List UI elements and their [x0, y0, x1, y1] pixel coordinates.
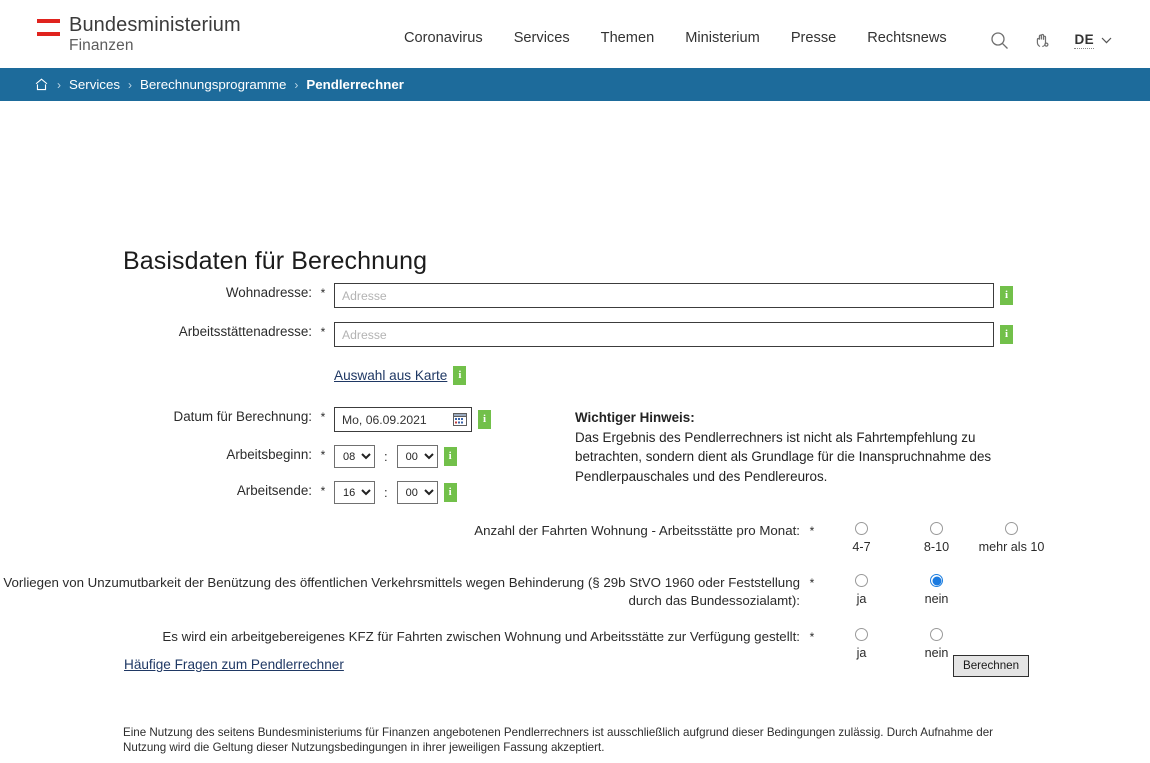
arbeitsende-hour-select[interactable]: 16	[334, 481, 375, 504]
radio-button[interactable]	[855, 522, 868, 535]
info-icon[interactable]: i	[478, 410, 491, 429]
home-icon[interactable]	[34, 77, 49, 92]
search-icon[interactable]	[988, 29, 1010, 51]
nav-item-coronavirus[interactable]: Coronavirus	[404, 30, 483, 46]
nav-item-ministerium[interactable]: Ministerium	[685, 30, 760, 46]
radio-group-kfz: ja nein	[824, 628, 974, 660]
arbeitsbeginn-hour-select[interactable]: 08	[334, 445, 375, 468]
required-marker: *	[320, 448, 326, 462]
radio-group-fahrten: 4-7 8-10 mehr als 10	[824, 522, 1049, 554]
time-separator: :	[384, 485, 388, 500]
header-tools: DE	[988, 29, 1112, 51]
radio-button-selected[interactable]	[930, 574, 943, 587]
faq-link[interactable]: Häufige Fragen zum Pendlerrechner	[124, 657, 344, 672]
datum-input[interactable]	[334, 407, 472, 432]
field-row-arbeitsstaettenadresse: Arbeitsstättenadresse: * i	[0, 322, 1150, 347]
calculate-button[interactable]: Berechnen	[953, 655, 1030, 677]
label-datum: Datum für Berechnung:	[173, 409, 312, 424]
breadcrumb: › Services › Berechnungsprogramme › Pend…	[0, 68, 1150, 101]
label-arbeitsbeginn: Arbeitsbeginn:	[226, 447, 312, 462]
breadcrumb-item-berechnungsprogramme[interactable]: Berechnungsprogramme	[140, 77, 286, 92]
field-row-wohnadresse: Wohnadresse: * i	[0, 283, 1150, 308]
info-icon[interactable]: i	[443, 483, 457, 502]
language-code: DE	[1074, 31, 1094, 49]
page-title: Basisdaten für Berechnung	[123, 247, 428, 275]
site-header: Bundesministerium Finanzen Coronavirus S…	[0, 0, 1150, 68]
radio-label: 8-10	[923, 540, 950, 554]
nav-item-presse[interactable]: Presse	[791, 30, 836, 46]
nav-item-themen[interactable]: Themen	[601, 30, 655, 46]
map-selection-link[interactable]: Auswahl aus Karte	[334, 368, 447, 383]
radio-button[interactable]	[1005, 522, 1018, 535]
brand-subtitle: Finanzen	[69, 36, 134, 54]
radio-option-ja[interactable]: ja	[824, 628, 899, 660]
radio-button[interactable]	[855, 574, 868, 587]
required-marker: *	[809, 576, 815, 590]
radio-label: ja	[856, 592, 867, 606]
map-selection-row: Auswahl aus Karte i	[0, 366, 1150, 385]
radio-button[interactable]	[930, 522, 943, 535]
arbeitsende-minute-select[interactable]: 00	[396, 481, 438, 504]
label-arbeitsstaettenadresse: Arbeitsstättenadresse:	[178, 324, 312, 339]
time-separator: :	[384, 449, 388, 464]
radio-option-8-10[interactable]: 8-10	[899, 522, 974, 554]
info-icon[interactable]: i	[1000, 325, 1013, 344]
required-marker: *	[809, 524, 815, 538]
radio-button[interactable]	[930, 628, 943, 641]
label-fahrten: Anzahl der Fahrten Wohnung - Arbeitsstät…	[474, 523, 800, 538]
chevron-down-icon	[1101, 37, 1112, 43]
radio-row-unzumutbarkeit: Vorliegen von Unzumutbarkeit der Benützu…	[0, 574, 1150, 610]
language-selector[interactable]: DE	[1074, 32, 1112, 49]
terms-paragraph-1: Eine Nutzung des seitens Bundesministeri…	[123, 726, 994, 754]
nav-item-services[interactable]: Services	[514, 30, 570, 46]
info-icon[interactable]: i	[453, 366, 467, 385]
arbeitsbeginn-minute-select[interactable]: 00	[396, 445, 438, 468]
radio-option-mehr-als-10[interactable]: mehr als 10	[974, 522, 1049, 554]
info-icon[interactable]: i	[1000, 286, 1013, 305]
arbeitsstaettenadresse-input[interactable]	[334, 322, 994, 347]
wohnadresse-input[interactable]	[334, 283, 994, 308]
required-marker: *	[320, 325, 326, 339]
required-marker: *	[320, 286, 326, 300]
required-marker: *	[809, 630, 815, 644]
brand-title: Bundesministerium	[69, 14, 241, 37]
notice-title: Wichtiger Hinweis:	[575, 410, 695, 425]
label-arbeitsende: Arbeitsende:	[236, 483, 312, 498]
calculation-form: Wohnadresse: * i Arbeitsstättenadresse: …	[0, 283, 1150, 660]
breadcrumb-item-current: Pendlerrechner	[306, 77, 404, 92]
radio-row-fahrten: Anzahl der Fahrten Wohnung - Arbeitsstät…	[0, 522, 1150, 554]
breadcrumb-separator: ›	[294, 77, 299, 92]
label-kfz: Es wird ein arbeitgebereigenes KFZ für F…	[162, 629, 800, 644]
required-marker: *	[320, 484, 326, 498]
austria-flag-icon	[37, 19, 60, 37]
label-unzumutbarkeit: Vorliegen von Unzumutbarkeit der Benützu…	[3, 575, 800, 608]
radio-label: 4-7	[852, 540, 871, 554]
breadcrumb-separator: ›	[57, 77, 61, 92]
nav-item-rechtsnews[interactable]: Rechtsnews	[867, 30, 947, 46]
required-marker: *	[320, 410, 326, 424]
info-icon[interactable]: i	[443, 447, 457, 466]
radio-option-4-7[interactable]: 4-7	[824, 522, 899, 554]
radio-label: nein	[924, 592, 949, 606]
important-notice: Wichtiger Hinweis: Das Ergebnis des Pend…	[575, 408, 995, 486]
radio-option-ja[interactable]: ja	[824, 574, 899, 606]
radio-group-unzumutbarkeit: ja nein	[824, 574, 974, 606]
notice-text: Das Ergebnis des Pendlerrechners ist nic…	[575, 429, 992, 484]
main-navigation: Coronavirus Services Themen Ministerium …	[404, 30, 947, 46]
breadcrumb-separator: ›	[128, 77, 132, 92]
sign-language-icon[interactable]	[1031, 29, 1053, 51]
radio-option-nein[interactable]: nein	[899, 574, 974, 606]
radio-button[interactable]	[855, 628, 868, 641]
breadcrumb-item-services[interactable]: Services	[69, 77, 120, 92]
label-wohnadresse: Wohnadresse:	[225, 285, 312, 300]
brand-logo[interactable]: Bundesministerium Finanzen	[37, 14, 241, 54]
terms-of-use: Eine Nutzung des seitens Bundesministeri…	[123, 726, 1033, 763]
calendar-icon[interactable]	[453, 412, 467, 426]
radio-label: mehr als 10	[978, 540, 1045, 554]
